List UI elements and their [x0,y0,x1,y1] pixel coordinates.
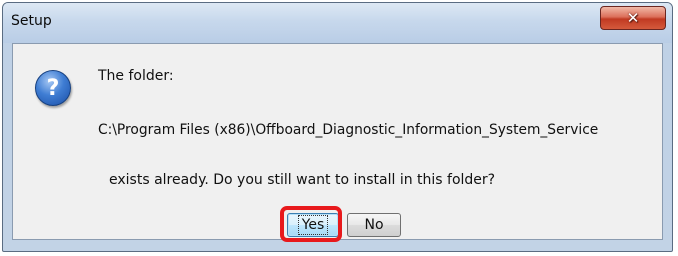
message-folder-path: C:\Program Files (x86)\Offboard_Diagnost… [98,122,599,138]
no-button[interactable]: No [347,213,401,237]
window-title: Setup [11,13,52,29]
close-button[interactable]: ✕ [600,6,666,30]
close-icon: ✕ [626,9,640,27]
message-line-folder: The folder: [98,68,174,84]
highlight-annotation [280,206,342,242]
message-question: exists already. Do you still want to ins… [109,172,496,188]
title-bar[interactable]: Setup ✕ [3,3,672,43]
dialog-content: ? The folder: C:\Program Files (x86)\Off… [12,43,663,242]
setup-dialog-window: Setup ✕ ? The folder: C:\Program Files (… [2,2,673,252]
question-icon: ? [35,70,71,106]
no-button-label: No [364,217,384,233]
